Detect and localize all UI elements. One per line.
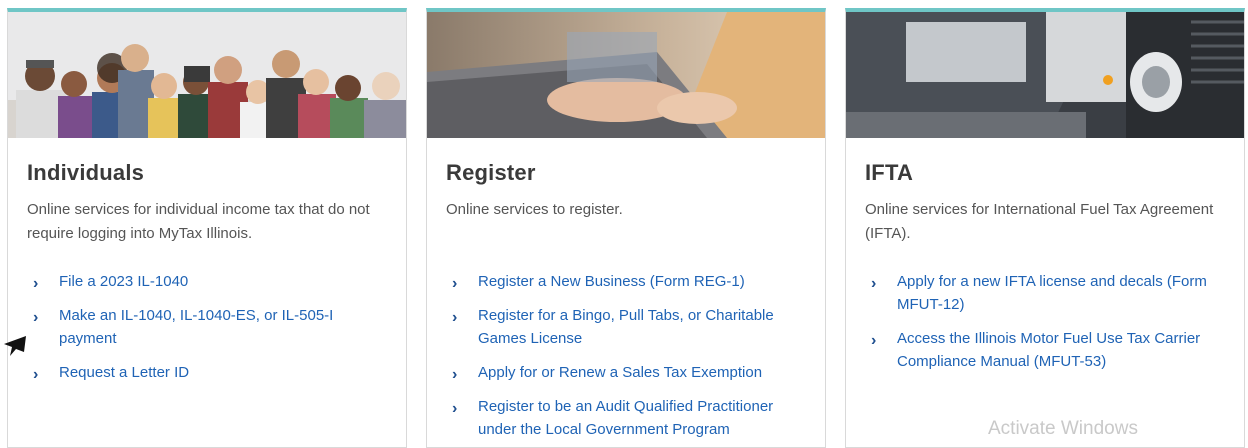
chevron-right-icon: › bbox=[33, 309, 39, 326]
file-il1040-link[interactable]: File a 2023 IL-1040 bbox=[59, 273, 188, 290]
card-title: IFTA bbox=[865, 160, 914, 185]
chevron-right-icon: › bbox=[452, 400, 458, 417]
card-register: Register Online services to register. › R… bbox=[426, 8, 826, 448]
card-description: Online services for individual income ta… bbox=[27, 201, 370, 242]
list-item: › Make an IL-1040, IL-1040-ES, or IL-505-… bbox=[27, 304, 387, 350]
chevron-right-icon: › bbox=[452, 366, 458, 383]
request-letter-id-link[interactable]: Request a Letter ID bbox=[59, 364, 189, 381]
list-item: › Register for a Bingo, Pull Tabs, or Cha… bbox=[446, 304, 806, 350]
list-item: › Register a New Business (Form REG-1) bbox=[446, 270, 806, 293]
chevron-right-icon: › bbox=[33, 275, 39, 292]
truck-image bbox=[846, 12, 1244, 138]
chevron-right-icon: › bbox=[871, 332, 877, 349]
card-title: Register bbox=[446, 160, 536, 185]
link-list: › Register a New Business (Form REG-1) › R… bbox=[446, 270, 806, 441]
mouse-pointer-icon bbox=[0, 330, 30, 365]
make-payment-link[interactable]: Make an IL-1040, IL-1040-ES, or IL-505-I… bbox=[59, 307, 333, 347]
list-item: › Apply for a new IFTA license and decals… bbox=[865, 270, 1225, 316]
register-bingo-link[interactable]: Register for a Bingo, Pull Tabs, or Char… bbox=[478, 307, 774, 347]
chevron-right-icon: › bbox=[33, 366, 39, 383]
link-list: › Apply for a new IFTA license and decals… bbox=[865, 270, 1225, 373]
audit-practitioner-link[interactable]: Register to be an Audit Qualified Practi… bbox=[478, 398, 773, 438]
chevron-right-icon: › bbox=[452, 309, 458, 326]
card-ifta: IFTA Online services for International F… bbox=[845, 8, 1245, 448]
list-item: › Access the Illinois Motor Fuel Use Tax … bbox=[865, 327, 1225, 373]
list-item: › Apply for or Renew a Sales Tax Exemptio… bbox=[446, 361, 806, 384]
chevron-right-icon: › bbox=[871, 275, 877, 292]
list-item: › Request a Letter ID bbox=[27, 361, 387, 384]
register-business-link[interactable]: Register a New Business (Form REG-1) bbox=[478, 273, 745, 290]
card-individuals: Individuals Online services for individu… bbox=[7, 8, 407, 448]
ifta-license-link[interactable]: Apply for a new IFTA license and decals … bbox=[897, 273, 1207, 313]
carrier-manual-link[interactable]: Access the Illinois Motor Fuel Use Tax C… bbox=[897, 330, 1200, 370]
card-description: Online services to register. bbox=[446, 201, 623, 218]
activate-windows-watermark: Activate Windows bbox=[988, 418, 1138, 439]
chevron-right-icon: › bbox=[452, 275, 458, 292]
list-item: › Register to be an Audit Qualified Pract… bbox=[446, 395, 806, 441]
list-item: › File a 2023 IL-1040 bbox=[27, 270, 387, 293]
laptop-typing-image bbox=[427, 12, 825, 138]
card-title: Individuals bbox=[27, 160, 145, 185]
link-list: › File a 2023 IL-1040 › Make an IL-1040, I… bbox=[27, 270, 387, 384]
card-description: Online services for International Fuel T… bbox=[865, 201, 1214, 242]
sales-tax-exemption-link[interactable]: Apply for or Renew a Sales Tax Exemption bbox=[478, 364, 762, 381]
people-group-image bbox=[8, 12, 406, 138]
